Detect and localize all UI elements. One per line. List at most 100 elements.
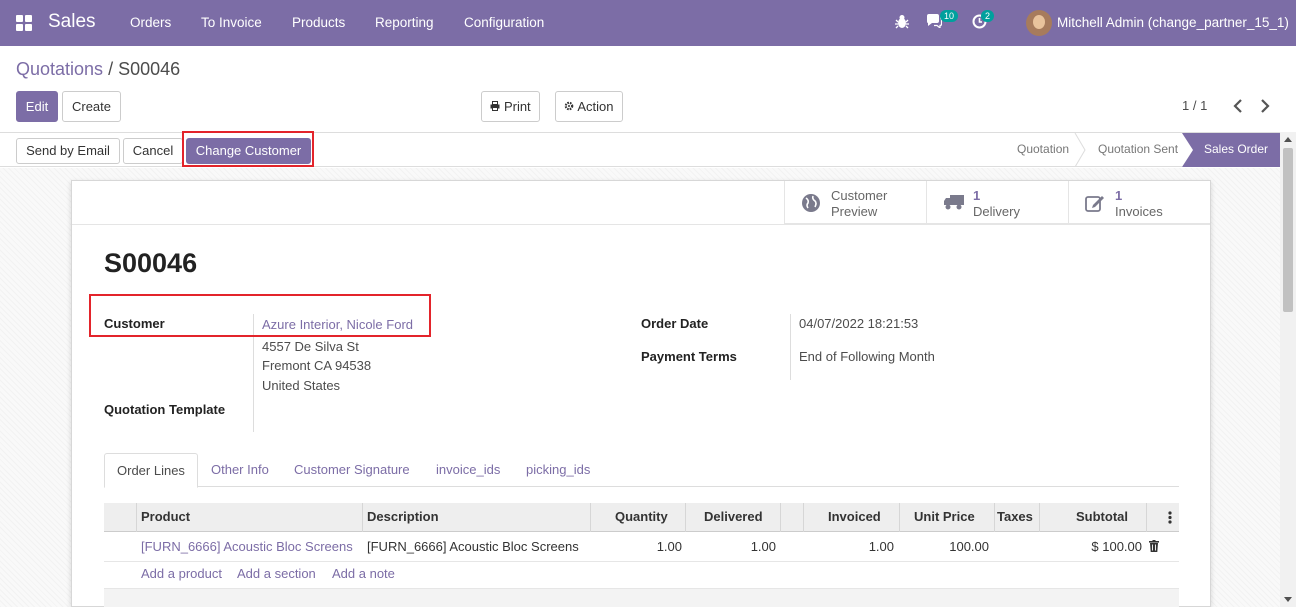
- change-customer-highlight-box: [182, 131, 314, 167]
- tab-invoice-ids[interactable]: invoice_ids: [436, 462, 500, 477]
- column-separator: [362, 503, 363, 532]
- menu-to-invoice[interactable]: To Invoice: [201, 15, 262, 30]
- customer-preview-line2: Preview: [831, 204, 878, 219]
- row-product[interactable]: [FURN_6666] Acoustic Bloc Screens: [141, 539, 353, 554]
- stage-sales-order[interactable]: Sales Order: [1182, 133, 1280, 167]
- stage-separator: [1074, 132, 1086, 168]
- delivery-smart-button[interactable]: 1 Delivery: [926, 181, 1068, 224]
- add-product-link[interactable]: Add a product: [141, 566, 222, 581]
- quotation-template-label: Quotation Template: [104, 402, 226, 417]
- globe-icon: [801, 193, 821, 216]
- column-delivered[interactable]: Delivered: [704, 509, 763, 524]
- vertical-scrollbar[interactable]: [1280, 132, 1296, 607]
- pager-value[interactable]: 1 / 1: [1182, 98, 1207, 113]
- breadcrumb-current: S00046: [118, 59, 181, 79]
- tab-customer-signature[interactable]: Customer Signature: [294, 462, 410, 477]
- payment-terms-value: End of Following Month: [799, 349, 935, 364]
- trash-icon[interactable]: [1149, 540, 1159, 555]
- breadcrumb: Quotations / S00046: [16, 59, 180, 80]
- app-name[interactable]: Sales: [48, 11, 96, 33]
- stage-quotation[interactable]: Quotation: [1017, 142, 1069, 156]
- optional-columns-kebab-icon[interactable]: [1168, 511, 1172, 527]
- row-quantity[interactable]: 1.00: [582, 539, 682, 554]
- scroll-down-icon[interactable]: [1284, 597, 1292, 602]
- column-unit-price[interactable]: Unit Price: [914, 509, 975, 524]
- add-note-link[interactable]: Add a note: [332, 566, 395, 581]
- messages-count-badge: 10: [940, 10, 959, 22]
- table-footer: [104, 589, 1179, 607]
- messages-icon[interactable]: 10: [926, 10, 959, 32]
- apps-menu-icon[interactable]: [16, 15, 32, 31]
- chevron-right-icon[interactable]: [1259, 98, 1271, 114]
- delivery-label: Delivery: [973, 204, 1020, 219]
- tab-other-info[interactable]: Other Info: [211, 462, 269, 477]
- smart-buttons-divider: [72, 224, 1210, 225]
- tab-order-lines[interactable]: Order Lines: [104, 453, 198, 488]
- row-subtotal: $ 100.00: [1091, 539, 1142, 554]
- customer-address-line1: 4557 De Silva St: [262, 339, 359, 354]
- edit-button[interactable]: Edit: [16, 91, 58, 122]
- customer-address-line3: United States: [262, 378, 341, 393]
- action-button[interactable]: Action: [555, 91, 623, 122]
- column-invoiced[interactable]: Invoiced: [828, 509, 881, 524]
- activities-clock-icon[interactable]: 2: [972, 10, 998, 32]
- cancel-button[interactable]: Cancel: [123, 138, 183, 164]
- row-invoiced[interactable]: 1.00: [794, 539, 894, 554]
- column-quantity[interactable]: Quantity: [615, 509, 668, 524]
- top-navbar: Sales Orders To Invoice Products Reporti…: [0, 0, 1296, 46]
- add-section-link[interactable]: Add a section: [237, 566, 316, 581]
- row-delivered[interactable]: 1.00: [676, 539, 776, 554]
- column-subtotal[interactable]: Subtotal: [1076, 509, 1128, 524]
- stage-quotation-sent[interactable]: Quotation Sent: [1098, 142, 1178, 156]
- order-date-value: 04/07/2022 18:21:53: [799, 316, 919, 331]
- create-button[interactable]: Create: [62, 91, 121, 122]
- print-icon: [490, 92, 500, 121]
- column-description[interactable]: Description: [367, 509, 439, 524]
- chevron-left-icon[interactable]: [1232, 98, 1244, 114]
- breadcrumb-separator: /: [108, 59, 114, 79]
- column-separator: [994, 503, 995, 532]
- scrollbar-thumb[interactable]: [1283, 148, 1293, 312]
- column-product[interactable]: Product: [141, 509, 190, 524]
- action-label: Action: [577, 99, 614, 114]
- column-separator: [1146, 503, 1147, 532]
- stage-sales-order-label: Sales Order: [1204, 142, 1269, 156]
- customer-preview-smart-button[interactable]: Customer Preview: [784, 181, 926, 224]
- menu-reporting[interactable]: Reporting: [375, 15, 434, 30]
- column-separator: [899, 503, 900, 532]
- print-label: Print: [503, 99, 531, 114]
- column-taxes[interactable]: Taxes: [997, 509, 1033, 524]
- row-description[interactable]: [FURN_6666] Acoustic Bloc Screens: [367, 539, 579, 554]
- customer-preview-line1: Customer: [831, 188, 888, 203]
- column-separator: [1039, 503, 1040, 532]
- tab-picking-ids[interactable]: picking_ids: [526, 462, 590, 477]
- truck-icon: [943, 193, 965, 214]
- print-button[interactable]: Print: [481, 91, 540, 122]
- menu-products[interactable]: Products: [292, 15, 345, 30]
- order-date-label: Order Date: [641, 316, 709, 331]
- customer-address-line2: Fremont CA 94538: [262, 358, 372, 373]
- invoices-label: Invoices: [1115, 204, 1163, 219]
- breadcrumb-quotations-link[interactable]: Quotations: [16, 59, 103, 79]
- debug-bug-icon[interactable]: [895, 14, 909, 32]
- scroll-up-icon[interactable]: [1284, 137, 1292, 142]
- notebook-tabs: Order Lines Other Info Customer Signatur…: [104, 453, 1179, 488]
- column-separator: [780, 503, 781, 532]
- column-separator: [685, 503, 686, 532]
- send-by-email-button[interactable]: Send by Email: [16, 138, 120, 164]
- delivery-count: 1: [973, 188, 981, 203]
- payment-terms-label: Payment Terms: [641, 349, 737, 364]
- row-divider: [104, 561, 1179, 562]
- column-separator: [136, 503, 137, 532]
- user-menu[interactable]: Mitchell Admin (change_partner_15_1): [1057, 15, 1289, 30]
- menu-orders[interactable]: Orders: [130, 15, 171, 30]
- invoices-count: 1: [1115, 188, 1123, 203]
- row-unit-price[interactable]: 100.00: [889, 539, 989, 554]
- invoices-smart-button[interactable]: 1 Invoices: [1068, 181, 1210, 224]
- activities-count-badge: 2: [981, 10, 995, 22]
- menu-configuration[interactable]: Configuration: [464, 15, 544, 30]
- table-header: Product Description Quantity Delivered I…: [104, 503, 1179, 532]
- record-title: S00046: [104, 248, 198, 278]
- user-avatar[interactable]: [1026, 10, 1052, 36]
- column-separator: [803, 503, 804, 532]
